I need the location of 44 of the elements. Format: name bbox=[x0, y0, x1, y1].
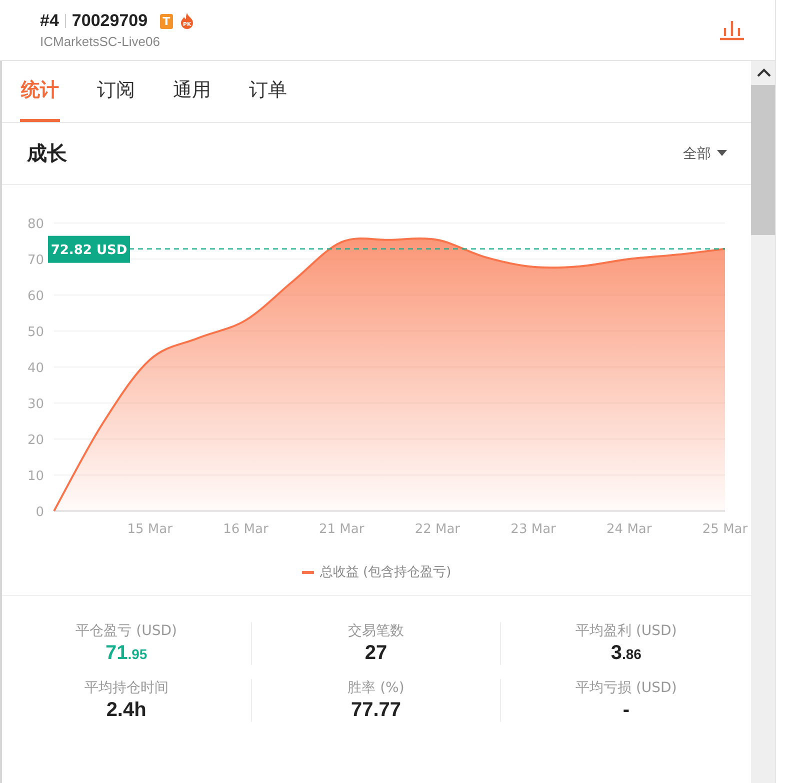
server-name: ICMarketsSC-Live06 bbox=[40, 34, 161, 49]
axis-label: 25 Mar bbox=[702, 522, 748, 537]
axis-label: 23 Mar bbox=[510, 522, 556, 537]
axis-label: 21 Mar bbox=[318, 522, 364, 537]
stat-value: - bbox=[622, 699, 630, 722]
tab[interactable]: 订阅 bbox=[96, 61, 136, 122]
scrollbar-thumb[interactable] bbox=[751, 85, 775, 235]
value-label: 72.82 USD bbox=[48, 236, 130, 263]
stat-value: 27 bbox=[364, 642, 388, 665]
caret-icon bbox=[717, 150, 727, 157]
stat-value: 2.4h bbox=[106, 699, 146, 722]
axis-label: 70 bbox=[27, 253, 44, 268]
stat-value: 71.95 bbox=[105, 642, 148, 665]
axis-label: 60 bbox=[27, 289, 44, 304]
legend-label: 总收益 (包含持仓盈亏) bbox=[320, 564, 452, 581]
tab[interactable]: 通用 bbox=[172, 61, 212, 122]
axis-label: 0 bbox=[36, 505, 44, 520]
range-dropdown[interactable]: 全部 bbox=[683, 142, 727, 164]
stat-label: 交易笔数 bbox=[348, 622, 404, 640]
stat-value: 3.86 bbox=[610, 642, 642, 665]
axis-label: 40 bbox=[27, 361, 44, 376]
rank-number: #4 bbox=[40, 11, 59, 31]
axis-label: 16 Mar bbox=[223, 522, 268, 537]
section-title: 成长 bbox=[27, 140, 67, 167]
axis-label: 20 bbox=[27, 433, 44, 448]
axis-label: 24 Mar bbox=[606, 522, 652, 537]
axis-label: 22 Mar bbox=[414, 522, 460, 537]
legend-swatch bbox=[302, 570, 314, 574]
tab[interactable]: 订单 bbox=[248, 61, 288, 122]
axis-label: 10 bbox=[27, 469, 44, 484]
stat-value: 77.77 bbox=[350, 699, 402, 722]
bar-chart-icon[interactable] bbox=[719, 19, 745, 41]
axis-label: 50 bbox=[27, 325, 44, 340]
account-number: 70029709 bbox=[72, 11, 148, 31]
stat-label: 平均盈利 (USD) bbox=[576, 622, 677, 640]
axis-label: 80 bbox=[27, 217, 44, 232]
axis-label: 30 bbox=[27, 397, 44, 412]
axis-label: 15 Mar bbox=[127, 522, 172, 537]
annotation: 72.82 USD bbox=[50, 242, 128, 258]
stat-label: 平仓盈亏 (USD) bbox=[76, 622, 177, 640]
type-badge: T bbox=[160, 14, 174, 28]
stat-label: 平均持仓时间 bbox=[84, 679, 168, 697]
stat-label: 胜率 (%) bbox=[348, 679, 404, 697]
stat-label: 平均亏损 (USD) bbox=[576, 679, 677, 697]
